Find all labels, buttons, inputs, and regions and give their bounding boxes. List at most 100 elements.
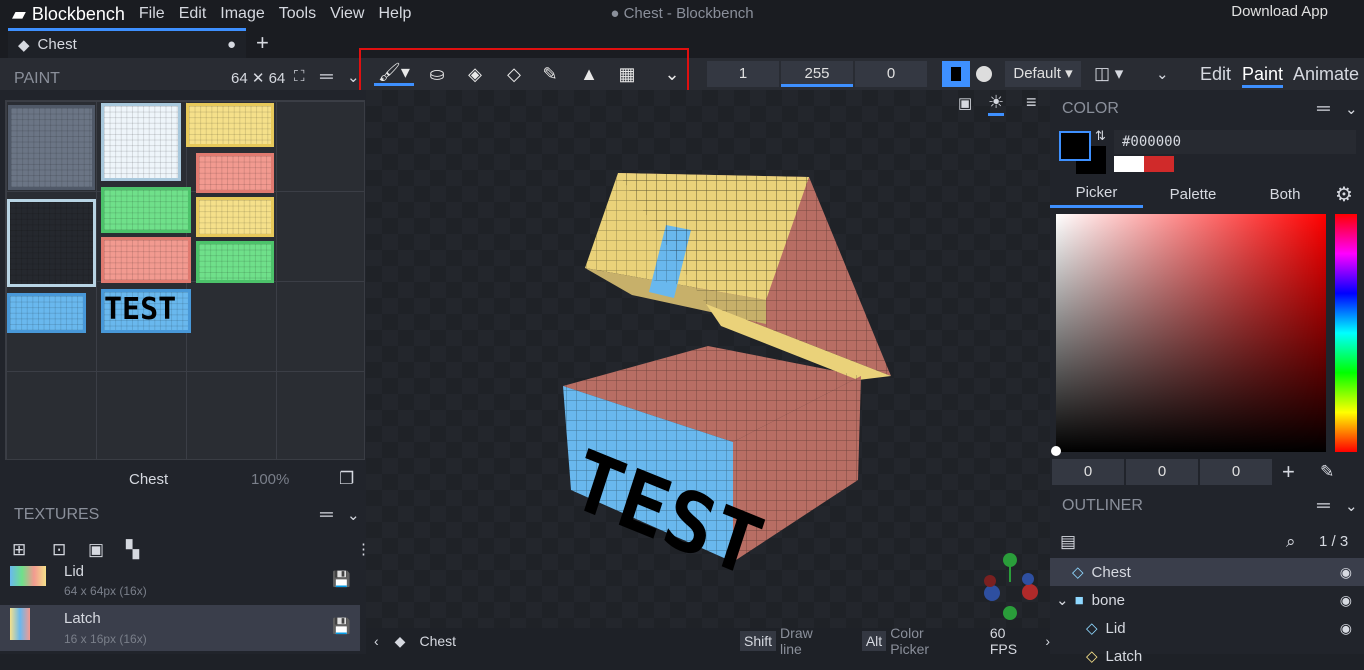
texture-test-text: TEST	[101, 289, 191, 333]
texture-island	[196, 241, 274, 283]
green-input[interactable]: 0	[1126, 459, 1198, 485]
texture-size: 64 ✕ 64	[231, 70, 286, 87]
outliner-panel-title: OUTLINER	[1062, 497, 1143, 514]
outliner-count: 1 / 3	[1319, 533, 1349, 550]
outliner-item-lid[interactable]: ◇ Lid ◉	[1050, 614, 1364, 642]
texture-thumbnail	[10, 566, 46, 586]
texture-item-lid[interactable]: Lid 64 x 64px (16x) 💾	[0, 563, 360, 607]
mirror-painting-icon[interactable]: ◫ ▾	[1094, 64, 1123, 84]
chevron-down-icon[interactable]: ⌄	[1056, 591, 1069, 609]
square-brush-button[interactable]	[942, 61, 970, 87]
outliner-item-label: Lid	[1105, 619, 1126, 637]
outliner-item-label: bone	[1091, 591, 1126, 609]
alt-hint: Color Picker	[890, 625, 930, 657]
model-icon: ◆	[394, 632, 406, 649]
paint-texture-name: Chest	[129, 471, 169, 488]
mesh-icon: ◇	[1086, 648, 1098, 665]
search-icon[interactable]: ⌕	[1286, 532, 1296, 552]
tab-palette[interactable]: Palette	[1148, 186, 1238, 203]
gear-icon[interactable]: ⚙	[1335, 182, 1353, 207]
window-title: ● Chest - Blockbench	[610, 5, 754, 22]
tab-chest[interactable]: ◆ Chest ●	[8, 28, 246, 58]
outliner-item-chest[interactable]: ◇ Chest ◉	[1050, 558, 1364, 586]
panel-menu-icon[interactable]: ═	[1317, 495, 1330, 516]
add-group-icon[interactable]: ▤	[1060, 532, 1076, 552]
hue-slider[interactable]	[1335, 214, 1357, 452]
chevron-down-icon[interactable]: ⌄	[1156, 65, 1169, 83]
chevron-down-icon[interactable]: ⌄	[1345, 497, 1358, 515]
outliner-item-label: Latch	[1105, 647, 1143, 665]
mode-edit[interactable]: Edit	[1200, 64, 1231, 85]
status-model-name: Chest	[419, 633, 457, 649]
tab-picker[interactable]: Picker	[1050, 184, 1143, 208]
save-icon[interactable]: 💾	[332, 617, 351, 635]
add-color-plus-icon[interactable]: +	[1282, 459, 1295, 485]
texture-item-latch[interactable]: Latch 16 x 16px (16x) 💾	[0, 605, 360, 651]
color-panel-title: COLOR	[1062, 100, 1119, 117]
primary-color-swatch[interactable]	[1059, 131, 1091, 161]
chevron-down-icon[interactable]: ⌄	[1345, 100, 1358, 118]
download-app-link[interactable]: Download App	[1231, 3, 1328, 20]
brush-size-input[interactable]: 1	[707, 61, 779, 87]
panel-menu-icon[interactable]: ═	[320, 504, 333, 525]
hex-input[interactable]: #000000	[1114, 130, 1356, 154]
picker-handle[interactable]	[1051, 446, 1061, 456]
saturation-value-picker[interactable]	[1056, 214, 1326, 452]
shift-hint: Draw line	[780, 625, 813, 657]
panel-menu-icon[interactable]: ═	[1317, 98, 1330, 119]
texture-island	[101, 187, 191, 233]
mode-animate[interactable]: Animate	[1293, 64, 1359, 85]
texture-island	[101, 103, 181, 181]
red-input[interactable]: 0	[1052, 459, 1124, 485]
outliner-item-latch[interactable]: ◇ Latch	[1050, 642, 1364, 670]
palette-swatch-white[interactable]	[1114, 156, 1144, 172]
chevron-left-icon[interactable]: ‹	[374, 633, 379, 649]
eye-icon[interactable]: ◉	[1340, 564, 1352, 581]
axis-gizmo[interactable]	[984, 553, 1038, 620]
3d-viewport[interactable]: ▣ ☀ ≡ TEST	[366, 90, 1050, 628]
copy-icon[interactable]: ❐	[339, 469, 354, 489]
import-texture-icon[interactable]: ⊡	[52, 540, 66, 560]
eyedropper-icon[interactable]: ✎	[1320, 462, 1334, 482]
modified-dot: ●	[226, 36, 236, 53]
shift-key: Shift	[740, 631, 777, 651]
texture-thumbnail	[10, 608, 30, 640]
swap-colors-icon[interactable]: ⇅	[1095, 128, 1106, 144]
eye-icon[interactable]: ◉	[1340, 592, 1352, 609]
model-icon: ◆	[18, 36, 30, 54]
status-bar: ‹ ◆ Chest Shift Draw line Alt Color Pick…	[366, 625, 1050, 657]
add-texture-icon[interactable]: ⊞	[12, 540, 26, 560]
opacity-input[interactable]: 255	[781, 61, 853, 87]
round-brush-button[interactable]	[976, 66, 992, 82]
outliner-item-label: Chest	[1091, 563, 1131, 581]
texture-name: Latch	[64, 610, 101, 627]
blend-mode-value: Default	[1013, 65, 1061, 82]
new-tab-plus-icon[interactable]: +	[256, 30, 269, 56]
chevron-down-icon[interactable]: ⌄	[347, 68, 360, 86]
paint-panel-title: PAINT	[14, 70, 60, 87]
outliner-item-bone[interactable]: ⌄ ■ bone ◉	[1050, 586, 1364, 614]
folder-icon: ■	[1074, 591, 1084, 609]
softness-input[interactable]: 0	[855, 61, 927, 87]
blue-input[interactable]: 0	[1200, 459, 1272, 485]
texture-info: 64 x 64px (16x)	[64, 584, 147, 598]
panel-menu-icon[interactable]: ═	[320, 66, 333, 87]
texture-island	[196, 153, 274, 193]
eye-icon[interactable]: ◉	[1340, 620, 1352, 637]
fps-counter: 60 FPS	[989, 625, 1018, 657]
mesh-icon: ◇	[1072, 564, 1084, 581]
blend-mode-select[interactable]: Default ▾	[1005, 61, 1081, 87]
texture-uv-canvas[interactable]: TEST	[5, 100, 365, 460]
save-icon[interactable]: 💾	[332, 570, 351, 588]
texture-island	[7, 199, 96, 287]
fullscreen-icon[interactable]: ⛶	[294, 68, 305, 85]
tab-both[interactable]: Both	[1240, 186, 1330, 203]
mode-paint[interactable]: Paint	[1242, 64, 1284, 88]
texture-island	[186, 103, 274, 147]
texture-name: Lid	[64, 563, 85, 580]
palette-swatch-red[interactable]	[1144, 156, 1174, 172]
texture-groups-icon[interactable]: ▚	[126, 540, 139, 560]
texture-island	[101, 237, 191, 283]
load-textures-icon[interactable]: ▣	[88, 540, 104, 560]
chevron-down-icon[interactable]: ⌄	[347, 506, 360, 524]
